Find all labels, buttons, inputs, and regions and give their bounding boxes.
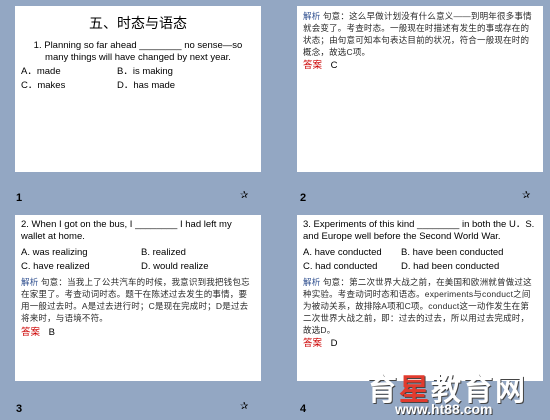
slide-thumbnail-2[interactable]: 解析 句意：这么早做计划没有什么意义——到明年很多事情就会变了。考查时态。一般现… (297, 6, 543, 172)
watermark-logo: 育星教育网 www.ht88.com (355, 365, 550, 420)
options-grid: A. was realizing B. realized C. have rea… (21, 247, 255, 273)
explanation-text: 句意：第二次世界大战之前，在美国和欧洲就曾做过这种实验。考查动词时态和语态。ex… (303, 277, 532, 335)
option-a: A．made (21, 66, 61, 77)
slide-number: 1 (16, 192, 23, 204)
slide-thumbnail-3[interactable]: 2. When I got on the bus, I ________ I h… (15, 215, 261, 381)
options-grid: A. have conducted B. have been conducted… (303, 247, 537, 273)
slide-transition-icon[interactable]: ✰ (240, 401, 248, 412)
option-b: B．is making (117, 66, 173, 77)
slide-transition-icon[interactable]: ✰ (240, 190, 248, 201)
option-a: A. was realizing (21, 247, 88, 258)
explanation-label: 解析 (21, 277, 39, 287)
explanation-block: 解析 句意：这么早做计划没有什么意义——到明年很多事情就会变了。考查时态。一般现… (303, 10, 537, 58)
answer-value: C (330, 60, 338, 71)
explanation-text: 句意：这么早做计划没有什么意义——到明年很多事情就会变了。考查时态。一般现在时描… (303, 11, 532, 57)
answer-line: 答案 D (303, 338, 537, 350)
answer-line: 答案 B (21, 327, 255, 339)
slide-thumbnail-4[interactable]: 3. Experiments of this kind ________ in … (297, 215, 543, 381)
option-b: B. realized (141, 247, 186, 258)
answer-value: D (330, 338, 338, 349)
answer-label: 答案 (303, 338, 323, 349)
slide-title: 五、时态与语态 (89, 15, 187, 31)
option-c: C. had conducted (303, 261, 378, 272)
option-d: D．has made (117, 80, 176, 91)
explanation-label: 解析 (303, 277, 321, 287)
slide-thumbnail-1[interactable]: 五、时态与语态 1. Planning so far ahead _______… (15, 6, 261, 172)
slide-number: 4 (300, 403, 307, 415)
watermark-url: www.ht88.com (395, 401, 493, 417)
options-grid: A．made B．is making C．makes D．has made (21, 66, 255, 92)
question-text: 1. Planning so far ahead ________ no sen… (33, 40, 243, 63)
option-c: C. have realized (21, 261, 90, 272)
option-c: C．makes (21, 80, 66, 91)
explanation-block: 解析 句意：第二次世界大战之前，在美国和欧洲就曾做过这种实验。考查动词时态和语态… (303, 276, 537, 336)
slide-number: 3 (16, 403, 23, 415)
question-text: 3. Experiments of this kind ________ in … (303, 219, 535, 242)
option-d: D. had been conducted (401, 261, 500, 272)
question-text: 2. When I got on the bus, I ________ I h… (21, 219, 232, 242)
answer-label: 答案 (303, 60, 323, 71)
explanation-text: 句意：当我上了公共汽车的时候，我意识到我把钱包忘在家里了。考查动词时态。题干在陈… (21, 277, 250, 323)
explanation-block: 解析 句意：当我上了公共汽车的时候，我意识到我把钱包忘在家里了。考查动词时态。题… (21, 276, 255, 324)
option-b: B. have been conducted (401, 247, 504, 258)
slide-number: 2 (300, 192, 307, 204)
option-a: A. have conducted (303, 247, 382, 258)
answer-line: 答案 C (303, 60, 537, 72)
option-d: D. would realize (141, 261, 209, 272)
slide-transition-icon[interactable]: ✰ (522, 190, 530, 201)
answer-label: 答案 (21, 327, 41, 338)
explanation-label: 解析 (303, 11, 321, 21)
answer-value: B (48, 327, 55, 338)
